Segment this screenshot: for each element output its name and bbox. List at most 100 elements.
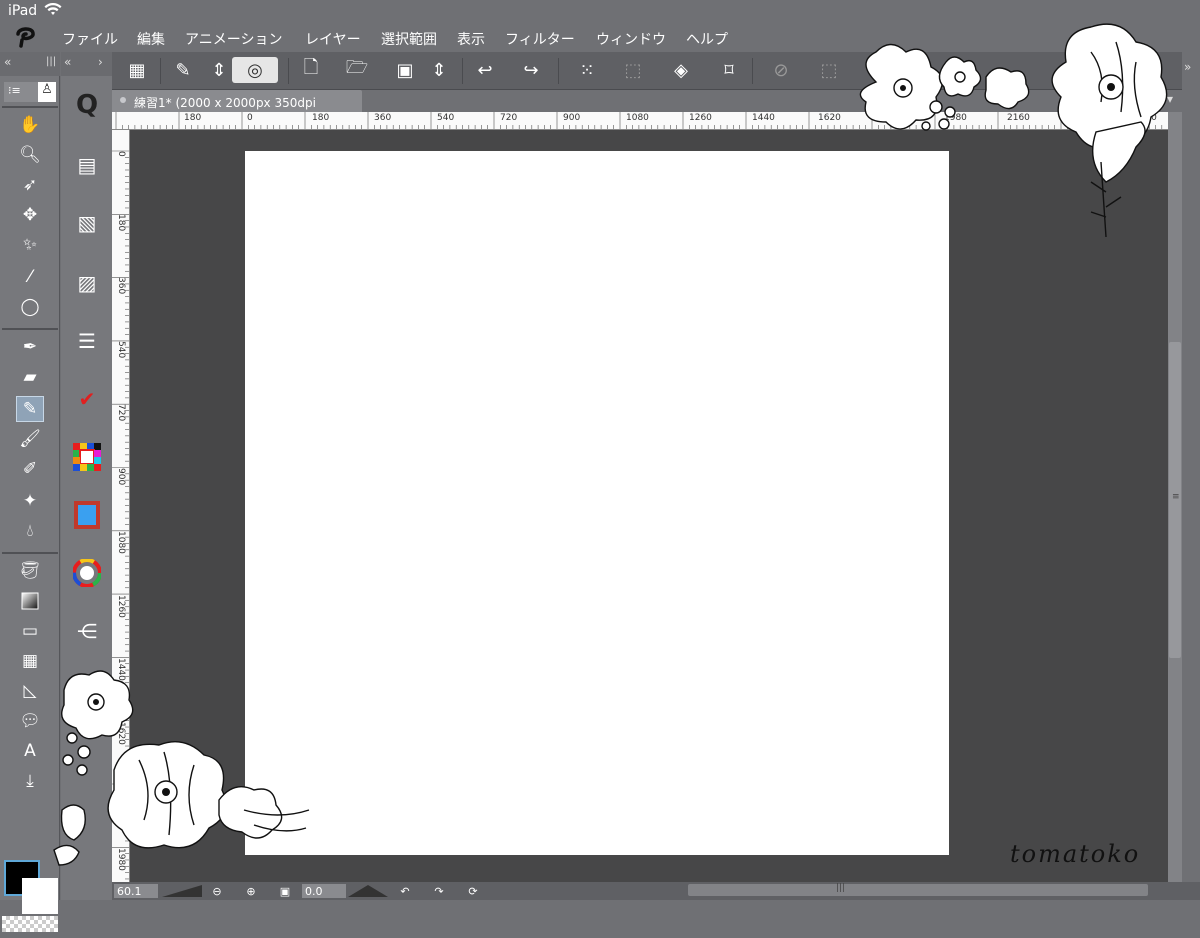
quick-access-icon[interactable]: ✎ (170, 57, 196, 83)
ruler-label: 0 (247, 113, 253, 123)
horizontal-scrollbar[interactable]: ||| (688, 883, 1148, 896)
flower-decoration-top-right (859, 23, 1168, 238)
frame-icon[interactable]: ▦ (16, 648, 44, 674)
vertical-scrollbar-thumb[interactable]: ≡ (1169, 342, 1181, 658)
layer-property-icon[interactable]: ▤ (72, 150, 102, 180)
menu-animation[interactable]: アニメーション (185, 29, 282, 49)
undo-icon[interactable]: ↩ (472, 57, 498, 83)
tool-mode-tabs: ⁝≡ ♙ (4, 82, 56, 102)
search-icon[interactable]: Q (72, 90, 102, 120)
clear-icon[interactable]: ⁙ (574, 57, 600, 83)
brush-size-icon[interactable]: ✔ (72, 384, 102, 414)
redo-icon[interactable]: ↪ (518, 57, 544, 83)
spiral-icon[interactable]: ◎ (232, 57, 278, 83)
color-wheel-icon[interactable] (72, 558, 102, 588)
zoom-slider[interactable] (162, 884, 202, 898)
deselect-icon[interactable]: ⊘ (768, 57, 794, 83)
menu-selection[interactable]: 選択範囲 (381, 29, 437, 49)
color-swatches (2, 858, 58, 938)
menu-view[interactable]: 表示 (457, 29, 485, 49)
ruler-label: 1080 (626, 113, 649, 123)
zoom-out-icon[interactable]: ⊖ (208, 884, 226, 898)
menu-layer[interactable]: レイヤー (305, 29, 361, 49)
fill-icon[interactable]: 🪣︎ (16, 558, 44, 584)
transparent-color-swatch[interactable] (2, 916, 58, 932)
sub-color-swatch[interactable] (22, 878, 58, 914)
blend-icon[interactable]: 💧︎ (16, 518, 44, 544)
fit-to-screen-icon[interactable]: ▣ (276, 884, 294, 898)
ruler-label: 360 (374, 113, 392, 123)
menu-window[interactable]: ウィンドウ (596, 29, 666, 49)
expand-right-icon[interactable]: › (98, 55, 103, 69)
layer-icon[interactable]: ▧ (72, 208, 102, 238)
menu-help[interactable]: ヘルプ (686, 29, 728, 49)
rotation-slider[interactable] (348, 884, 388, 898)
reset-rotation-icon[interactable]: ⟳ (464, 884, 482, 898)
up-down-arrows-icon[interactable]: ⇕ (206, 57, 232, 83)
pen-icon[interactable]: ✒︎ (16, 334, 44, 360)
hand-icon[interactable]: ✋ (16, 112, 44, 138)
ruler-label: 900 (563, 113, 581, 123)
list-view-icon[interactable]: ⁝≡ (8, 84, 21, 97)
new-file-icon[interactable]: 🗋 (298, 57, 324, 83)
sub-tool-icon[interactable]: ⋲ (72, 616, 102, 646)
airbrush-icon[interactable]: ✐ (16, 456, 44, 482)
correct-line-icon[interactable]: ⤓ (16, 768, 44, 794)
magic-wand-icon[interactable]: ✨︎ (16, 232, 44, 258)
zoom-icon[interactable]: 🔍︎ (16, 142, 44, 168)
menu-filter[interactable]: フィルター (505, 29, 575, 49)
app-logo-icon[interactable] (14, 26, 42, 50)
grip-icon[interactable]: ||| (46, 56, 56, 67)
ruler-label: 180 (184, 113, 202, 123)
rotate-left-icon[interactable]: ↶ (396, 884, 414, 898)
canvas-paper[interactable] (245, 151, 949, 855)
save-icon[interactable]: ▣ (392, 57, 418, 83)
ruler-label: 180 (312, 113, 330, 123)
rotation-value[interactable]: 0.0 (302, 884, 346, 898)
pen-tab-icon[interactable]: ♙ (38, 82, 56, 102)
layer-search-icon[interactable]: ▨ (72, 268, 102, 298)
menu-edit[interactable]: 編集 (137, 29, 165, 49)
ruler-label: 540 (116, 341, 126, 359)
brush-icon[interactable]: 🖌︎ (16, 426, 44, 452)
ruler-label: 1260 (116, 595, 126, 618)
save-options-arrows-icon[interactable]: ⇕ (426, 57, 452, 83)
collapse-left-icon[interactable]: « (64, 55, 71, 69)
ruler-label: 0 (116, 151, 126, 157)
document-tab[interactable]: 練習1* (2000 x 2000px 350dpi 60.1%) (112, 90, 362, 125)
fill-selection-icon[interactable]: ◈ (668, 57, 694, 83)
text-icon[interactable]: A (16, 738, 44, 764)
ruler-icon[interactable]: ◺ (16, 678, 44, 704)
ruler-label: 1080 (116, 531, 126, 554)
right-dock-strip: » (1182, 52, 1200, 900)
lasso-icon[interactable]: ◯ (16, 294, 44, 320)
gradient-icon[interactable] (16, 588, 44, 614)
grip-icon: ||| (836, 883, 846, 893)
pencil-icon[interactable]: ✎ (16, 396, 44, 422)
sparkle-icon[interactable]: ✦ (16, 488, 44, 514)
object-select-icon[interactable]: ➶ (16, 172, 44, 198)
menu-file[interactable]: ファイル (62, 29, 118, 49)
balloon-icon[interactable]: 💬︎ (16, 708, 44, 734)
device-label: iPad (8, 3, 38, 19)
timeline-icon[interactable] (72, 500, 102, 530)
flower-decoration-bottom-left (53, 670, 310, 866)
stack-icon[interactable]: ☰ (72, 326, 102, 356)
ruler-label: 360 (116, 277, 126, 295)
grid-menu-icon[interactable]: ▦ (124, 57, 150, 83)
color-set-icon[interactable] (72, 442, 102, 472)
collapse-left-icon[interactable]: « (4, 55, 11, 69)
ruler-label: 900 (116, 468, 126, 486)
expand-right-icon[interactable]: » (1184, 60, 1191, 74)
rotate-right-icon[interactable]: ↷ (430, 884, 448, 898)
zoom-value[interactable]: 60.1 (114, 884, 158, 898)
clear-outside-selection-icon[interactable]: ⬚ (620, 57, 646, 83)
open-folder-icon[interactable]: 🗁 (344, 57, 370, 83)
transform-icon[interactable]: ⌑ (716, 57, 742, 83)
eyedropper-icon[interactable]: ⁄ (16, 264, 44, 290)
move-icon[interactable]: ✥ (16, 202, 44, 228)
zoom-in-icon[interactable]: ⊕ (242, 884, 260, 898)
eraser-icon[interactable]: ▰ (16, 364, 44, 390)
tool-palette-header: « ||| (0, 52, 60, 76)
figure-icon[interactable]: ▭ (16, 618, 44, 644)
